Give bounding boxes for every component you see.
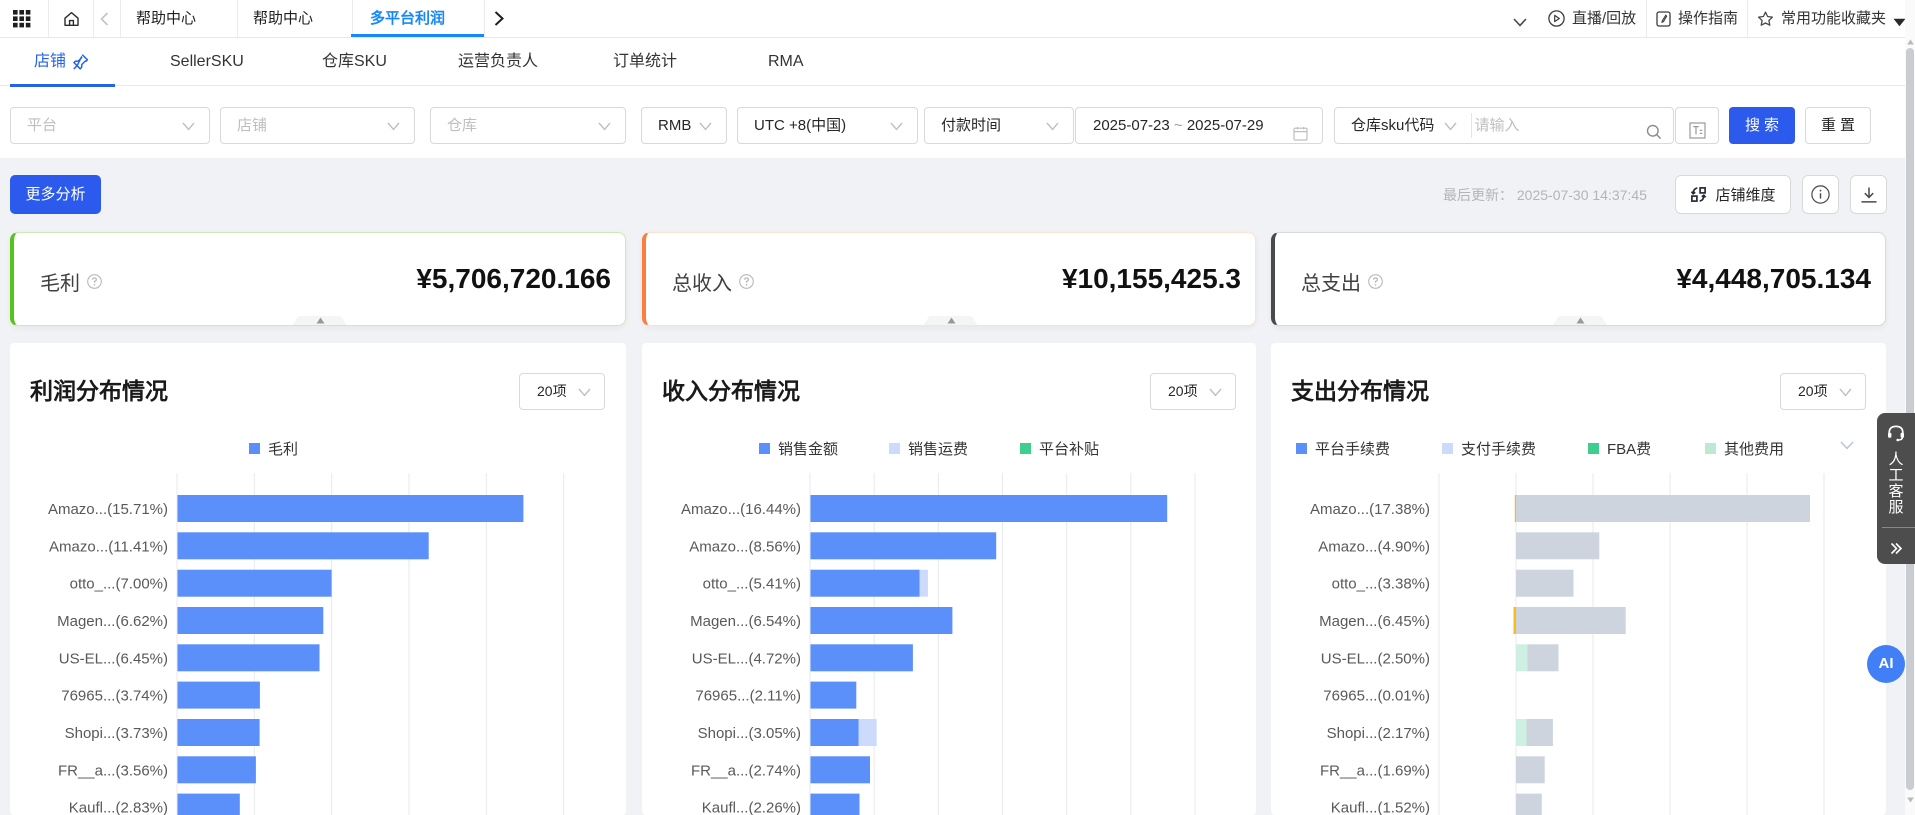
svg-text:FR__a...(1.69%): FR__a...(1.69%) bbox=[1320, 762, 1430, 779]
svg-text:Amazo...(17.38%): Amazo...(17.38%) bbox=[1310, 501, 1430, 518]
svg-text:76965...(0.01%): 76965...(0.01%) bbox=[1323, 688, 1430, 705]
svg-text:Amazo...(15.71%): Amazo...(15.71%) bbox=[48, 501, 168, 518]
svg-text:Shopi...(2.17%): Shopi...(2.17%) bbox=[1327, 725, 1430, 742]
svg-text:Amazo...(11.41%): Amazo...(11.41%) bbox=[49, 538, 168, 555]
svg-text:Magen...(6.62%): Magen...(6.62%) bbox=[57, 613, 168, 630]
svg-text:US-EL...(6.45%): US-EL...(6.45%) bbox=[59, 650, 168, 667]
svg-text:FR__a...(3.56%): FR__a...(3.56%) bbox=[58, 762, 168, 779]
svg-text:Amazo...(8.56%): Amazo...(8.56%) bbox=[689, 538, 801, 555]
svg-text:Shopi...(3.05%): Shopi...(3.05%) bbox=[698, 725, 801, 742]
svg-text:Amazo...(16.44%): Amazo...(16.44%) bbox=[681, 501, 801, 518]
svg-text:76965...(2.11%): 76965...(2.11%) bbox=[695, 688, 801, 705]
svg-text:otto_...(5.41%): otto_...(5.41%) bbox=[703, 576, 801, 593]
svg-text:Magen...(6.45%): Magen...(6.45%) bbox=[1319, 613, 1430, 630]
svg-text:US-EL...(2.50%): US-EL...(2.50%) bbox=[1321, 650, 1430, 667]
svg-text:Kaufl...(1.52%): Kaufl...(1.52%) bbox=[1331, 800, 1430, 815]
svg-text:Amazo...(4.90%): Amazo...(4.90%) bbox=[1318, 538, 1430, 555]
svg-text:76965...(3.74%): 76965...(3.74%) bbox=[61, 688, 168, 705]
svg-text:Magen...(6.54%): Magen...(6.54%) bbox=[690, 613, 801, 630]
svg-text:FR__a...(2.74%): FR__a...(2.74%) bbox=[691, 762, 801, 779]
svg-text:otto_...(7.00%): otto_...(7.00%) bbox=[70, 576, 168, 593]
svg-text:US-EL...(4.72%): US-EL...(4.72%) bbox=[692, 650, 801, 667]
svg-text:Kaufl...(2.83%): Kaufl...(2.83%) bbox=[69, 800, 168, 815]
svg-text:Shopi...(3.73%): Shopi...(3.73%) bbox=[65, 725, 168, 742]
svg-text:Kaufl...(2.26%): Kaufl...(2.26%) bbox=[702, 800, 801, 815]
svg-text:otto_...(3.38%): otto_...(3.38%) bbox=[1332, 576, 1430, 593]
